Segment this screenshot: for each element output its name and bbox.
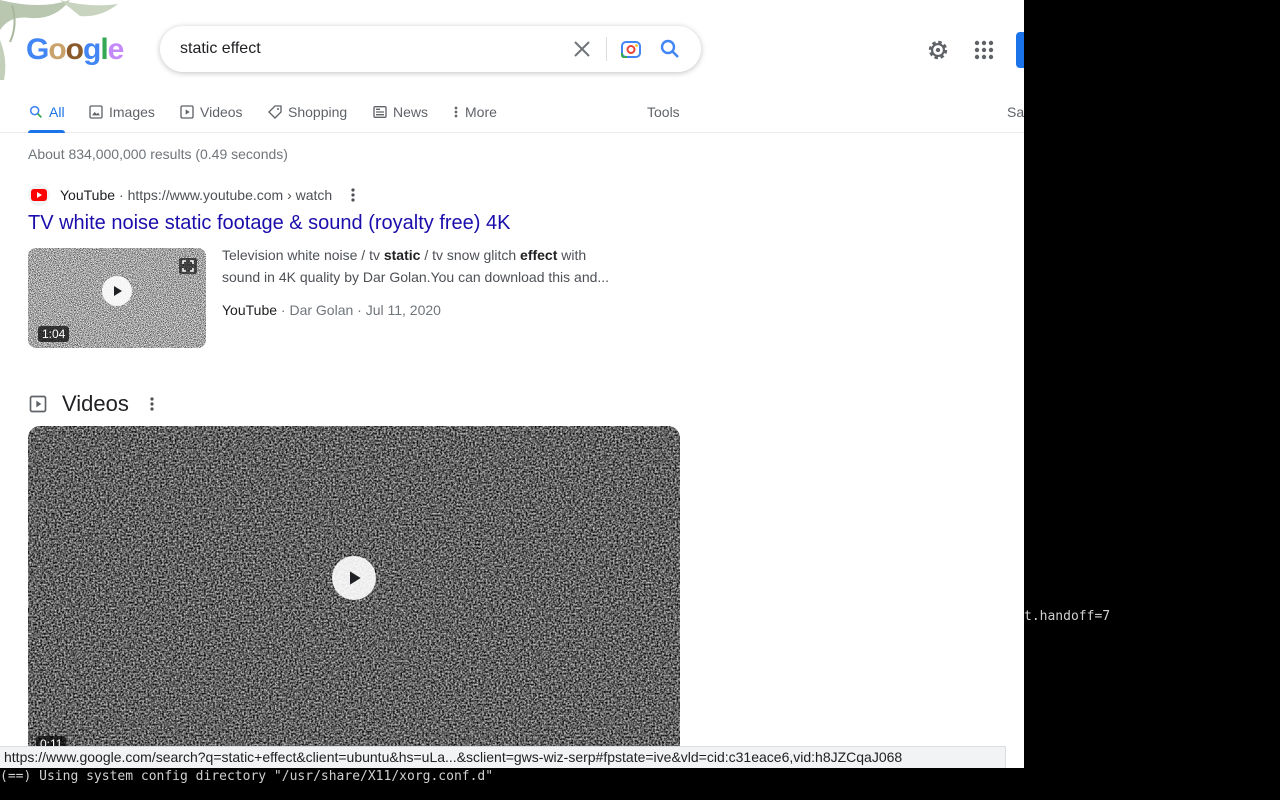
tab-more[interactable]: More [452,90,497,133]
tab-shopping[interactable]: Shopping [267,90,347,133]
video-icon [29,395,47,413]
snippet-text: Television white noise / tv [222,247,384,263]
clear-icon[interactable] [570,37,594,61]
snippet-text: / tv snow glitch [420,247,521,263]
sign-in-button[interactable] [1016,32,1024,68]
video-result-card[interactable]: 0:11 [28,426,680,768]
search-box [160,26,701,72]
video-icon [180,104,194,119]
tools-button[interactable]: Tools [647,90,680,133]
google-apps-grid-icon[interactable] [972,38,996,62]
tab-images[interactable]: Images [88,90,155,133]
safesearch-button[interactable]: Sa [1007,90,1024,133]
result-snippet: Television white noise / tv static / tv … [222,244,622,288]
search-icon[interactable] [658,37,682,61]
search-icon [29,105,42,118]
result-source-url: · https://www.youtube.com › watch [119,187,333,203]
videos-more-icon[interactable] [143,393,161,415]
play-icon [332,556,376,600]
youtube-favicon-icon [28,184,50,206]
search-input[interactable] [180,26,560,72]
videos-section-header: Videos [28,389,161,419]
link-status-bar: https://www.google.com/search?q=static+e… [0,746,1006,768]
about-result-more-icon[interactable] [344,186,362,204]
result-stats: About 834,000,000 results (0.49 seconds) [28,146,288,162]
video-thumbnail[interactable]: 1:04 [28,248,206,348]
play-icon [102,276,132,306]
video-duration: 1:04 [38,326,70,342]
snippet-highlight: static [383,247,421,263]
result-url-text: https://www.youtube.com › watch [127,187,333,203]
videos-section-title: Videos [62,391,129,416]
snippet-highlight: effect [520,247,558,263]
meta-author-date: · Dar Golan · Jul 11, 2020 [277,302,441,318]
browser-viewport: Google static effect All Images Videos S… [0,0,1024,768]
tab-label: Shopping [288,103,348,120]
news-icon [373,105,387,118]
search-divider [606,37,607,61]
google-lens-icon[interactable] [619,37,643,61]
tag-icon [268,104,282,119]
terminal-text: (==) Using system config directory "/usr… [0,769,494,784]
meta-site: YouTube [222,302,278,318]
tab-label: Images [109,103,155,120]
google-doodle-logo[interactable]: Google [26,33,124,67]
expand-icon [179,258,197,274]
tab-label: All [49,103,65,120]
tab-news[interactable]: News [372,90,428,133]
tab-label: News [393,103,429,120]
terminal-text: t.handoff=7 [1024,609,1111,624]
tab-label: Videos [200,103,243,120]
result-source-row[interactable]: YouTube · https://www.youtube.com › watc… [28,184,362,206]
result-title-link[interactable]: TV white noise static footage & sound (r… [28,212,510,235]
image-icon [89,104,103,119]
result-meta: YouTube · Dar Golan · Jul 11, 2020 [222,299,441,321]
settings-gear-icon[interactable] [925,37,951,63]
more-vert-icon [454,106,458,117]
search-tabs: All Images Videos Shopping News More Too… [0,90,1024,133]
tab-videos[interactable]: Videos [179,90,243,133]
tab-label: More [465,103,497,120]
result-source-name: YouTube [60,187,116,203]
tab-all[interactable]: All [28,90,65,133]
